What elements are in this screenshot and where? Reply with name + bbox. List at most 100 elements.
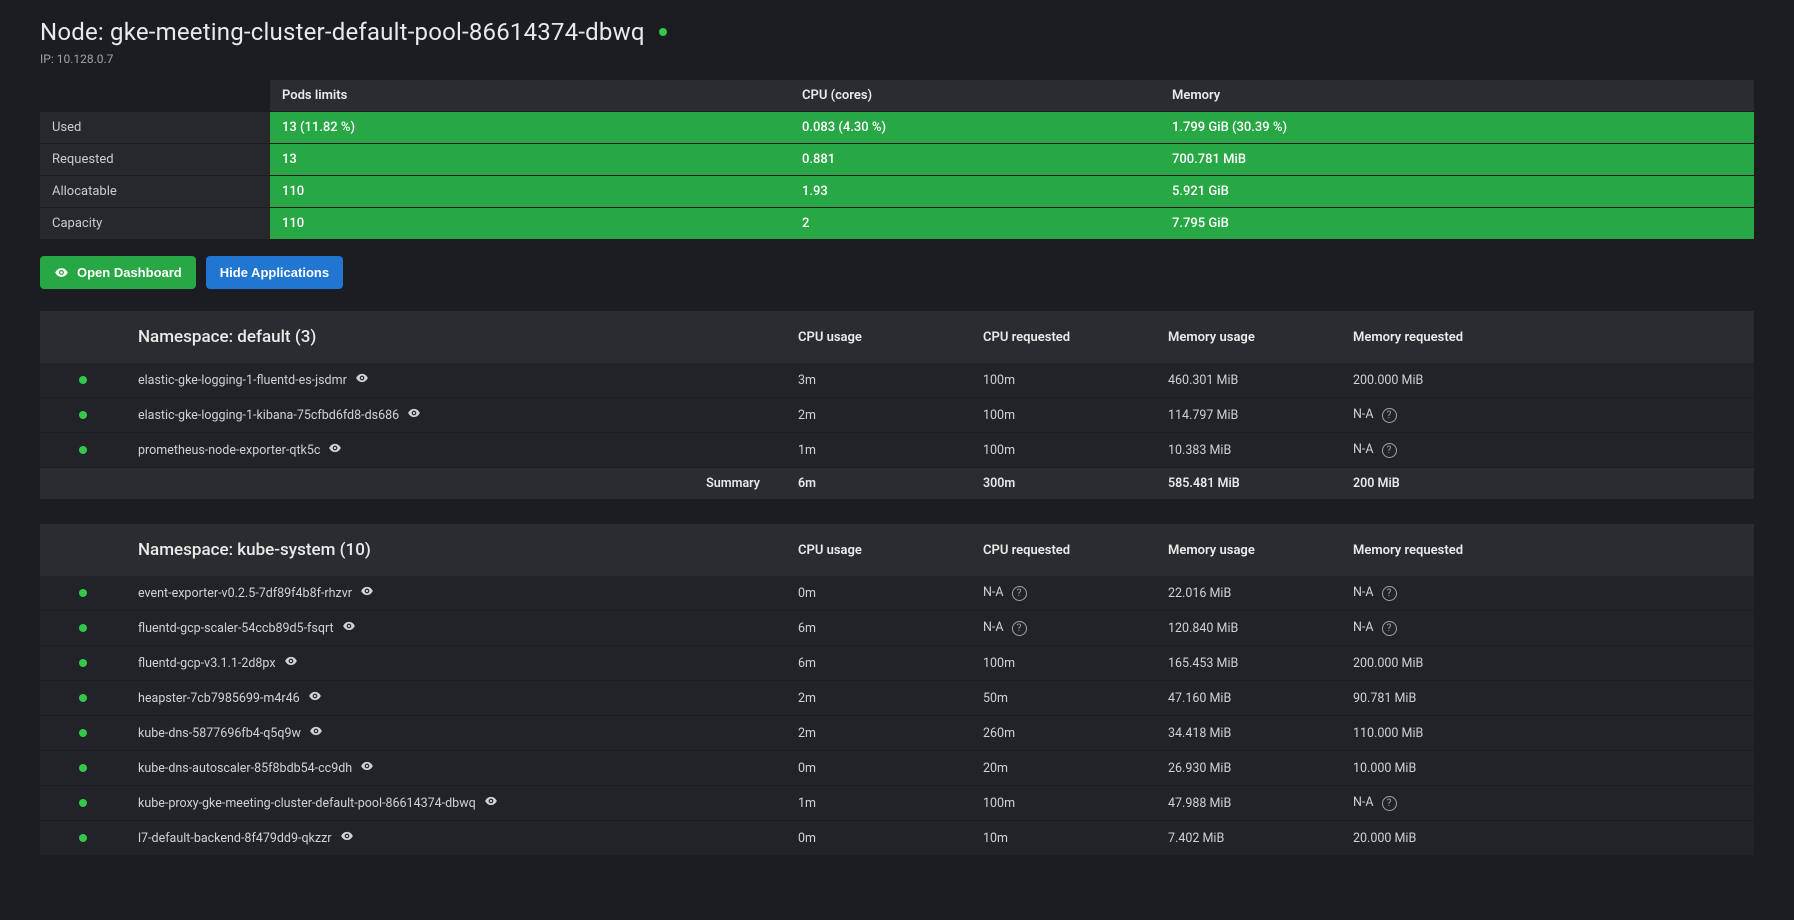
pod-row[interactable]: kube-dns-autoscaler-85f8bdb54-cc9dh 0m20m… [40, 751, 1754, 786]
eye-icon[interactable] [407, 406, 421, 424]
col-mem-usage: Memory usage [1156, 311, 1341, 363]
stats-col-pods: Pods limits [270, 80, 790, 112]
cpu-usage: 0m [786, 751, 971, 786]
pod-name-cell[interactable]: prometheus-node-exporter-qtk5c [126, 433, 786, 468]
pod-row[interactable]: event-exporter-v0.2.5-7df89f4b8f-rhzvr0m… [40, 576, 1754, 611]
pod-status-dot-cell [40, 786, 126, 821]
pod-status-dot [79, 411, 87, 419]
mem-usage: 114.797 MiB [1156, 398, 1341, 433]
pod-name-cell[interactable]: fluentd-gcp-v3.1.1-2d8px [126, 646, 786, 681]
summary-label: Summary [126, 468, 786, 500]
eye-icon[interactable] [328, 441, 342, 459]
stats-row-requested: Requested 13 0.881 700.781 MiB [40, 144, 1754, 176]
pod-name-cell[interactable]: event-exporter-v0.2.5-7df89f4b8f-rhzvr [126, 576, 786, 611]
stats-blank [40, 80, 270, 112]
mem-requested: 200.000 MiB [1341, 363, 1754, 398]
stats-row-label: Requested [40, 144, 270, 176]
eye-icon[interactable] [360, 584, 374, 602]
pod-name-cell[interactable]: l7-default-backend-8f479dd9-qkzzr [126, 821, 786, 856]
pod-row[interactable]: fluentd-gcp-v3.1.1-2d8px6m100m165.453 Mi… [40, 646, 1754, 681]
info-icon[interactable]: ? [1382, 586, 1397, 601]
pod-name-cell[interactable]: heapster-7cb7985699-m4r46 [126, 681, 786, 716]
cpu-requested: 20m [971, 751, 1156, 786]
cpu-requested: 260m [971, 716, 1156, 751]
pod-row[interactable]: elastic-gke-logging-1-kibana-75cfbd6fd8-… [40, 398, 1754, 433]
eye-icon[interactable] [355, 371, 369, 389]
pod-status-dot [79, 799, 87, 807]
eye-icon[interactable] [484, 794, 498, 812]
pod-name: kube-dns-autoscaler-85f8bdb54-cc9dh [138, 761, 352, 776]
eye-icon[interactable] [360, 759, 374, 777]
pod-row[interactable]: heapster-7cb7985699-m4r462m50m47.160 MiB… [40, 681, 1754, 716]
col-cpu-usage: CPU usage [786, 524, 971, 576]
pod-name-cell[interactable]: elastic-gke-logging-1-fluentd-es-jsdmr [126, 363, 786, 398]
cpu-requested: N-A? [971, 576, 1156, 611]
stats-cell: 110 [270, 176, 790, 208]
pod-name-cell[interactable]: fluentd-gcp-scaler-54ccb89d5-fsqrt [126, 611, 786, 646]
mem-requested: 200.000 MiB [1341, 646, 1754, 681]
pod-row[interactable]: kube-dns-5877696fb4-q5q9w2m260m34.418 Mi… [40, 716, 1754, 751]
pod-name: fluentd-gcp-scaler-54ccb89d5-fsqrt [138, 621, 334, 636]
pod-name-cell[interactable]: kube-dns-autoscaler-85f8bdb54-cc9dh [126, 751, 786, 786]
stats-row-label: Capacity [40, 208, 270, 240]
cpu-requested: 100m [971, 646, 1156, 681]
pod-name: event-exporter-v0.2.5-7df89f4b8f-rhzvr [138, 586, 352, 601]
pod-name-cell[interactable]: elastic-gke-logging-1-kibana-75cfbd6fd8-… [126, 398, 786, 433]
pod-status-dot [79, 589, 87, 597]
stats-cell: 13 [270, 144, 790, 176]
pod-name: l7-default-backend-8f479dd9-qkzzr [138, 831, 332, 846]
pod-name-cell[interactable]: kube-dns-5877696fb4-q5q9w [126, 716, 786, 751]
stats-row-label: Used [40, 112, 270, 144]
cpu-requested: N-A? [971, 611, 1156, 646]
stats-cell: 700.781 MiB [1160, 144, 1754, 176]
stats-cell: 13 (11.82 %) [270, 112, 790, 144]
summary-cpu-requested: 300m [971, 468, 1156, 500]
pod-row[interactable]: l7-default-backend-8f479dd9-qkzzr0m10m7.… [40, 821, 1754, 856]
pod-name: heapster-7cb7985699-m4r46 [138, 691, 300, 706]
stats-col-cpu: CPU (cores) [790, 80, 1160, 112]
namespace-title: Namespace: kube-system (10) [126, 524, 786, 576]
info-icon[interactable]: ? [1012, 621, 1027, 636]
info-icon[interactable]: ? [1382, 796, 1397, 811]
stats-cell: 5.921 GiB [1160, 176, 1754, 208]
info-icon[interactable]: ? [1012, 586, 1027, 601]
pod-status-dot-cell [40, 363, 126, 398]
stats-cell: 7.795 GiB [1160, 208, 1754, 240]
open-dashboard-button[interactable]: Open Dashboard [40, 256, 196, 289]
pod-row[interactable]: kube-proxy-gke-meeting-cluster-default-p… [40, 786, 1754, 821]
ns-blank [40, 524, 126, 576]
stats-cell: 0.083 (4.30 %) [790, 112, 1160, 144]
pod-status-dot-cell [40, 433, 126, 468]
col-cpu-requested: CPU requested [971, 311, 1156, 363]
mem-usage: 47.160 MiB [1156, 681, 1341, 716]
stats-cell: 2 [790, 208, 1160, 240]
cpu-requested: 100m [971, 398, 1156, 433]
cpu-requested: 50m [971, 681, 1156, 716]
stats-row-allocatable: Allocatable 110 1.93 5.921 GiB [40, 176, 1754, 208]
eye-icon[interactable] [284, 654, 298, 672]
eye-icon [54, 265, 69, 280]
info-icon[interactable]: ? [1382, 408, 1397, 423]
eye-icon[interactable] [342, 619, 356, 637]
cpu-usage: 2m [786, 716, 971, 751]
pod-name-cell[interactable]: kube-proxy-gke-meeting-cluster-default-p… [126, 786, 786, 821]
mem-requested: 90.781 MiB [1341, 681, 1754, 716]
pod-name: kube-dns-5877696fb4-q5q9w [138, 726, 301, 741]
pod-row[interactable]: elastic-gke-logging-1-fluentd-es-jsdmr3m… [40, 363, 1754, 398]
hide-applications-button[interactable]: Hide Applications [206, 256, 343, 289]
pod-row[interactable]: fluentd-gcp-scaler-54ccb89d5-fsqrt6mN-A?… [40, 611, 1754, 646]
eye-icon[interactable] [308, 689, 322, 707]
node-ip: IP: 10.128.0.7 [40, 52, 1754, 66]
mem-requested: N-A? [1341, 398, 1754, 433]
mem-usage: 26.930 MiB [1156, 751, 1341, 786]
info-icon[interactable]: ? [1382, 621, 1397, 636]
cpu-usage: 3m [786, 363, 971, 398]
eye-icon[interactable] [340, 829, 354, 847]
mem-requested: 10.000 MiB [1341, 751, 1754, 786]
pod-status-dot-cell [40, 576, 126, 611]
pod-row[interactable]: prometheus-node-exporter-qtk5c1m100m10.3… [40, 433, 1754, 468]
eye-icon[interactable] [309, 724, 323, 742]
stats-cell: 1.799 GiB (30.39 %) [1160, 112, 1754, 144]
pod-status-dot [79, 376, 87, 384]
info-icon[interactable]: ? [1382, 443, 1397, 458]
